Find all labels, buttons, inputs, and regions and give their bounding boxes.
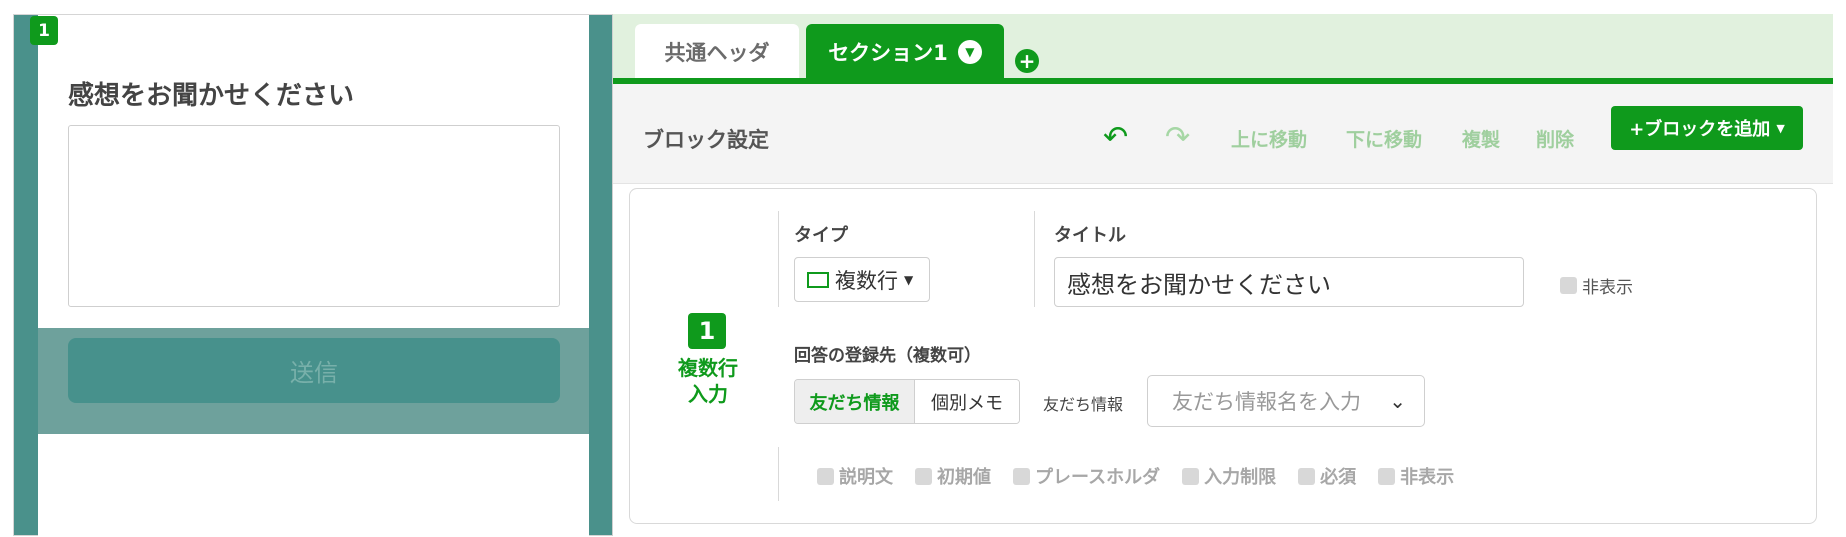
preview-answer-textarea[interactable] xyxy=(68,125,560,307)
preview-card: 感想をお聞かせください 送信 xyxy=(38,15,589,537)
duplicate-button[interactable]: 複製 xyxy=(1462,125,1500,152)
option-input-limit-checkbox[interactable]: 入力制限 xyxy=(1182,463,1276,489)
caret-down-icon: ▼ xyxy=(1776,121,1785,135)
hide-checkbox[interactable]: 非表示 xyxy=(1560,273,1633,298)
textarea-icon xyxy=(807,271,829,288)
option-label: プレースホルダ xyxy=(1035,467,1161,488)
plus-icon[interactable]: + xyxy=(1015,49,1039,73)
divider xyxy=(778,447,779,501)
checkbox-icon xyxy=(1298,467,1316,485)
tab-common-header[interactable]: 共通ヘッダ xyxy=(635,24,799,80)
option-label: 初期値 xyxy=(937,467,991,488)
checkbox-icon xyxy=(817,467,834,485)
block-card: 1 複数行 入力 タイプ 複数行 ▼ タイトル 感想をお聞かせください 非表示 … xyxy=(629,188,1817,524)
checkbox-icon xyxy=(915,467,932,485)
option-description-checkbox[interactable]: 説明文 xyxy=(817,463,893,489)
block-type-caption: 複数行 入力 xyxy=(668,355,748,407)
type-label: タイプ xyxy=(794,225,848,246)
tab-section-1[interactable]: セクション1 ▼ xyxy=(806,24,1004,80)
move-up-button[interactable]: 上に移動 xyxy=(1231,125,1307,152)
hide-checkbox-label: 非表示 xyxy=(1582,278,1633,298)
friend-info-select[interactable]: 友だち情報名を入力 ⌄ xyxy=(1147,375,1425,427)
option-required-checkbox[interactable]: 必須 xyxy=(1298,463,1356,489)
preview-section-badge: 1 xyxy=(30,16,58,45)
block-number-badge: 1 xyxy=(688,313,726,349)
destination-toggle: 友だち情報 個別メモ xyxy=(794,379,1020,424)
block-type-line2: 入力 xyxy=(688,382,728,406)
friend-info-placeholder: 友だち情報名を入力 xyxy=(1172,390,1361,414)
type-select[interactable]: 複数行 ▼ xyxy=(794,257,930,302)
form-preview: 感想をお聞かせください 送信 1 xyxy=(13,14,613,537)
destination-label: 回答の登録先（複数可） xyxy=(794,346,981,366)
undo-icon[interactable]: ↶ xyxy=(1103,120,1128,155)
option-hidden-checkbox[interactable]: 非表示 xyxy=(1378,463,1454,489)
block-type-line1: 複数行 xyxy=(678,356,738,380)
block-editor: 共通ヘッダ セクション1 ▼ + ブロック設定 ↶ ↷ 上に移動 下に移動 複製… xyxy=(612,14,1833,536)
title-label: タイトル xyxy=(1054,225,1126,246)
delete-button[interactable]: 削除 xyxy=(1536,125,1574,152)
tab-section-label: セクション1 xyxy=(828,41,948,65)
option-label: 説明文 xyxy=(839,467,893,488)
dest-friend-info-button[interactable]: 友だち情報 xyxy=(795,380,915,423)
preview-submit-button[interactable]: 送信 xyxy=(68,338,560,403)
option-label: 入力制限 xyxy=(1204,467,1277,488)
dest-memo-button[interactable]: 個別メモ xyxy=(915,380,1019,423)
option-default-checkbox[interactable]: 初期値 xyxy=(915,463,991,489)
option-label: 必須 xyxy=(1320,467,1357,488)
option-label: 非表示 xyxy=(1400,467,1455,488)
block-options: 説明文 初期値 プレースホルダ 入力制限 必須 非表示 xyxy=(817,463,1454,489)
toolbar-title: ブロック設定 xyxy=(643,128,769,152)
checkbox-icon xyxy=(1378,467,1396,485)
chevron-down-icon[interactable]: ▼ xyxy=(957,40,982,64)
caret-down-icon: ▼ xyxy=(904,272,914,287)
section-tabbar: 共通ヘッダ セクション1 ▼ + xyxy=(613,14,1833,84)
checkbox-icon xyxy=(1013,467,1030,485)
move-down-button[interactable]: 下に移動 xyxy=(1346,125,1422,152)
title-input[interactable]: 感想をお聞かせください xyxy=(1054,257,1524,307)
option-placeholder-checkbox[interactable]: プレースホルダ xyxy=(1013,463,1160,489)
type-select-value: 複数行 xyxy=(835,268,898,293)
redo-icon[interactable]: ↷ xyxy=(1165,120,1190,155)
add-block-label: +ブロックを追加 xyxy=(1629,119,1771,140)
checkbox-icon xyxy=(1560,277,1577,294)
preview-question-title: 感想をお聞かせください xyxy=(68,81,355,111)
add-block-button[interactable]: +ブロックを追加 ▼ xyxy=(1611,106,1803,150)
checkbox-icon xyxy=(1182,467,1200,485)
divider xyxy=(1034,211,1035,307)
block-toolbar: ブロック設定 ↶ ↷ 上に移動 下に移動 複製 削除 +ブロックを追加 ▼ xyxy=(613,84,1833,184)
friend-info-label: 友だち情報 xyxy=(1043,395,1124,414)
chevron-down-icon: ⌄ xyxy=(1389,389,1406,413)
divider xyxy=(778,211,779,307)
